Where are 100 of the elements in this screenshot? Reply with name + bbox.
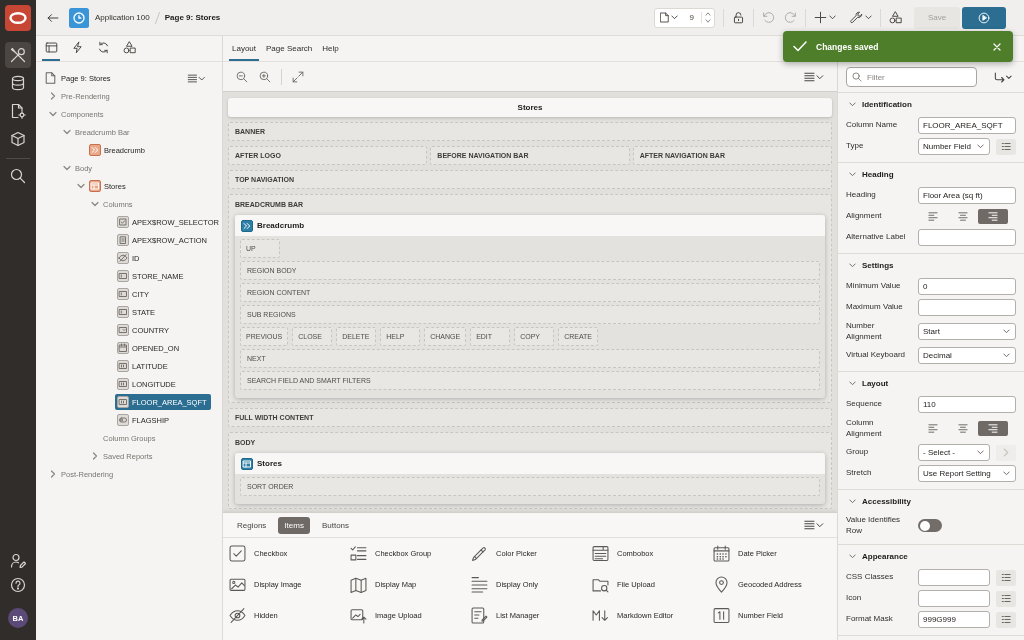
section-header[interactable]: Appearance bbox=[838, 545, 1024, 567]
crossed-tools-icon bbox=[10, 47, 26, 63]
tab[interactable]: Help bbox=[319, 36, 342, 61]
text-field-icon bbox=[117, 306, 129, 318]
select-field[interactable]: Number Field bbox=[918, 138, 990, 155]
chevron-down-icon[interactable] bbox=[705, 19, 711, 23]
field-label: Column Alignment bbox=[846, 417, 883, 440]
field-label: Maximum Value bbox=[846, 301, 904, 314]
text-field[interactable] bbox=[918, 569, 990, 586]
chevron-icon[interactable] bbox=[77, 183, 85, 189]
region-header[interactable]: Stores bbox=[235, 453, 825, 474]
chevron-icon[interactable] bbox=[50, 92, 56, 100]
run-button[interactable] bbox=[962, 6, 1006, 29]
text-field[interactable] bbox=[918, 299, 1016, 316]
document-gear-icon bbox=[10, 103, 26, 119]
plus-icon[interactable] bbox=[814, 11, 827, 24]
list-button[interactable] bbox=[996, 138, 1016, 155]
chevron-up-icon[interactable] bbox=[705, 12, 711, 16]
page-icon[interactable] bbox=[660, 12, 669, 23]
region-title: Stores bbox=[257, 459, 282, 468]
zoom-in-icon[interactable] bbox=[259, 70, 271, 83]
align-button[interactable] bbox=[978, 421, 1008, 436]
close-icon[interactable] bbox=[993, 42, 1001, 51]
region-title: Breadcrumb bbox=[257, 221, 305, 230]
text-field[interactable] bbox=[918, 229, 1016, 246]
text-field[interactable]: 999G999 bbox=[918, 611, 990, 628]
tab[interactable]: Regions bbox=[231, 516, 273, 534]
select-field[interactable]: Decimal bbox=[918, 347, 1016, 364]
search-icon bbox=[852, 72, 862, 82]
help-icon[interactable] bbox=[10, 577, 26, 593]
text-field[interactable]: 0 bbox=[918, 278, 1016, 295]
menu-icon[interactable] bbox=[804, 520, 824, 530]
section-header[interactable]: Layout bbox=[838, 372, 1024, 394]
list-button[interactable] bbox=[996, 590, 1016, 607]
page-selector[interactable]: 9 bbox=[654, 7, 715, 28]
clock-icon[interactable] bbox=[69, 7, 89, 28]
chevron-icon[interactable] bbox=[49, 111, 57, 117]
field-label: Sequence bbox=[846, 398, 884, 411]
field-label: Alternative Label bbox=[846, 231, 907, 244]
tab[interactable]: Page Search bbox=[263, 36, 316, 61]
chevron-icon[interactable] bbox=[63, 165, 71, 171]
section-header[interactable]: Identification bbox=[838, 93, 1024, 115]
toggle-switch[interactable] bbox=[918, 519, 942, 532]
align-right-icon bbox=[988, 424, 998, 433]
chevron-icon[interactable] bbox=[63, 129, 71, 135]
text-field[interactable] bbox=[918, 590, 990, 607]
filter-field[interactable]: Filter bbox=[846, 67, 977, 87]
application-link[interactable]: Application 100 bbox=[95, 13, 150, 22]
number-field-icon bbox=[117, 360, 129, 372]
page-number-field[interactable]: 9 bbox=[689, 13, 694, 22]
section-header[interactable]: Heading bbox=[838, 163, 1024, 185]
field-label: Number Alignment bbox=[846, 320, 883, 343]
image-upload-icon bbox=[350, 607, 367, 624]
shapes-icon bbox=[122, 41, 136, 54]
folder-search-icon bbox=[592, 576, 609, 593]
padlock-icon[interactable] bbox=[732, 11, 745, 24]
select-field[interactable]: - Select - bbox=[918, 444, 990, 461]
list-button[interactable] bbox=[996, 611, 1016, 628]
image-icon bbox=[229, 576, 246, 593]
caret-icon[interactable] bbox=[829, 15, 836, 20]
chevron-icon[interactable] bbox=[50, 470, 56, 478]
field-label: Column Name bbox=[846, 119, 899, 132]
align-right-icon bbox=[988, 212, 998, 221]
menu-icon[interactable] bbox=[187, 73, 206, 83]
select-field[interactable]: Use Report Setting bbox=[918, 465, 1016, 482]
align-button[interactable] bbox=[978, 209, 1008, 224]
corner-arrow-icon[interactable] bbox=[994, 71, 1012, 83]
table-icon bbox=[241, 457, 253, 470]
tab[interactable]: Layout bbox=[229, 36, 260, 61]
caret-icon[interactable] bbox=[671, 15, 678, 20]
wrench-icon[interactable] bbox=[850, 11, 863, 24]
nav-button[interactable] bbox=[5, 42, 31, 68]
back-arrow-icon[interactable] bbox=[47, 11, 59, 24]
text-field[interactable]: FLOOR_AREA_SQFT bbox=[918, 117, 1016, 134]
text-field[interactable]: Floor Area (sq ft) bbox=[918, 187, 1016, 204]
list-button[interactable] bbox=[996, 569, 1016, 586]
field-label: Alignment bbox=[846, 210, 883, 223]
text-field[interactable]: 110 bbox=[918, 396, 1016, 413]
tab[interactable]: Items bbox=[278, 516, 310, 534]
align-left-icon bbox=[928, 212, 938, 221]
tab[interactable]: Buttons bbox=[315, 516, 356, 534]
logo-icon[interactable] bbox=[5, 5, 31, 31]
caret-icon[interactable] bbox=[865, 15, 872, 20]
align-center-icon bbox=[958, 212, 968, 221]
chevron-icon[interactable] bbox=[92, 452, 98, 460]
table-icon bbox=[89, 180, 101, 192]
region-header[interactable]: Breadcrumb bbox=[235, 215, 825, 236]
select-field[interactable]: Start bbox=[918, 323, 1016, 340]
toast-message: Changes saved bbox=[816, 41, 879, 52]
shapes-icon[interactable] bbox=[889, 11, 902, 24]
section-header[interactable]: Settings bbox=[838, 254, 1024, 276]
number-field-icon bbox=[117, 378, 129, 390]
menu-icon[interactable] bbox=[804, 71, 824, 82]
expand-icon[interactable] bbox=[292, 70, 304, 83]
section-header[interactable]: Accessibility bbox=[838, 490, 1024, 512]
user-edit-icon[interactable] bbox=[10, 553, 26, 569]
zoom-out-icon[interactable] bbox=[236, 70, 248, 83]
list-icon bbox=[1001, 615, 1011, 624]
chevron-icon[interactable] bbox=[91, 201, 99, 207]
page-title-bar: Stores bbox=[228, 98, 832, 117]
